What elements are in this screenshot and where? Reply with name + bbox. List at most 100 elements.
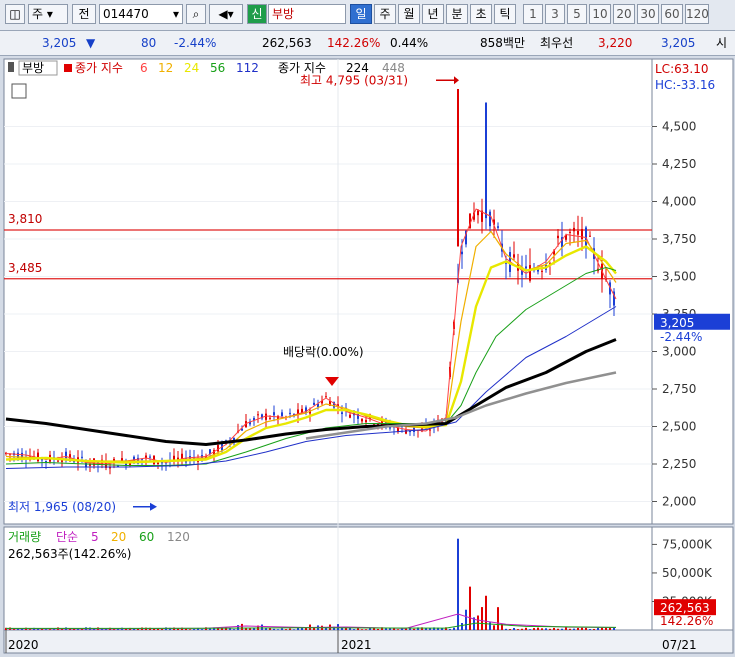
volume-bar	[277, 629, 279, 630]
best-bid-label: 최우선	[540, 36, 574, 50]
volume-bar	[505, 628, 507, 630]
price-tick-label: 4,000	[662, 195, 696, 209]
hline-label-1: 3,485	[8, 261, 42, 275]
volume-bar	[49, 629, 51, 630]
volume-summary: 262,563주(142.26%)	[8, 547, 131, 561]
volume-bar	[13, 629, 15, 630]
volume-current-pct: 142.26%	[660, 614, 713, 628]
quote-bar: 3,205 ▼ 80 -2.44% 262,563 142.26% 0.44% …	[0, 31, 735, 56]
volume-bar	[209, 628, 211, 630]
volume-legend-label: 거래량	[8, 530, 41, 544]
volume-bar	[589, 629, 591, 630]
candle-body	[269, 417, 271, 419]
volume-bar	[601, 627, 603, 630]
volume-bar	[361, 629, 363, 630]
volume-bar	[297, 627, 299, 630]
price-tick-label: 4,500	[662, 120, 696, 134]
period-tab-0[interactable]: 일	[350, 4, 372, 24]
volume-bar	[605, 627, 607, 630]
legend-square-icon	[64, 64, 72, 72]
period-tab-2[interactable]: 월	[398, 4, 420, 24]
volume-bar	[581, 627, 583, 630]
candle-body	[45, 461, 47, 463]
interval-tab-20[interactable]: 20	[613, 4, 635, 24]
volume-bar	[53, 629, 55, 630]
stock-code-input[interactable]: 014470 ▾	[99, 4, 183, 24]
volume-bar	[469, 586, 471, 630]
speaker-icon[interactable]: ◀▾	[209, 4, 243, 24]
price-panel	[3, 58, 653, 525]
candle-body	[341, 412, 343, 415]
dividend-label: 배당락(0.00%)	[283, 345, 364, 359]
volume-bar	[29, 629, 31, 630]
volume-legend-ma-120: 120	[167, 530, 190, 544]
volume-bar	[457, 538, 459, 630]
volume-bar	[573, 628, 575, 630]
chevron-down-icon[interactable]: ▾	[173, 5, 179, 23]
price-tick-label: 2,250	[662, 457, 696, 471]
candle-body	[461, 251, 463, 255]
interval-tab-1[interactable]: 1	[523, 4, 543, 24]
interval-tab-5[interactable]: 5	[567, 4, 587, 24]
volume-bar	[373, 628, 375, 630]
candle-body	[365, 420, 367, 423]
stock-name-field: 부방	[268, 4, 346, 24]
interval-tab-120[interactable]: 120	[685, 4, 709, 24]
candle-body	[157, 462, 159, 464]
candle-body	[477, 210, 479, 216]
volume-bar	[557, 628, 559, 630]
interval-tab-30[interactable]: 30	[637, 4, 659, 24]
price-tick-label: 2,000	[662, 495, 696, 509]
period-tab-3[interactable]: 년	[422, 4, 444, 24]
volume-bar	[593, 628, 595, 630]
interval-tab-60[interactable]: 60	[661, 4, 683, 24]
candle-body	[81, 456, 83, 458]
period-tab-6[interactable]: 틱	[494, 4, 516, 24]
volume-bar	[281, 628, 283, 630]
volume-bar	[561, 628, 563, 630]
volume-bar	[597, 627, 599, 630]
period-tab-5[interactable]: 초	[470, 4, 492, 24]
candle-body	[161, 462, 163, 464]
price-tick-label: 2,500	[662, 420, 696, 434]
period-tab-1[interactable]: 주	[374, 4, 396, 24]
market-select[interactable]: 주 ▾	[28, 4, 68, 24]
search-icon[interactable]: ⌕	[186, 4, 206, 24]
candle-body	[497, 226, 499, 228]
volume-bar	[273, 628, 275, 630]
volume-bar	[565, 627, 567, 630]
volume-bar	[365, 629, 367, 630]
toolbar: ◫ 주 ▾ 전 014470 ▾ ⌕ ◀▾ 신 부방 일주월년분초틱 1 3 5 10 2…	[0, 0, 735, 31]
period-tab-4[interactable]: 분	[446, 4, 468, 24]
volume-bar	[541, 628, 543, 630]
turnover-rate: 0.44%	[390, 36, 429, 50]
volume-bar	[461, 623, 463, 630]
chart-area: 4,5004,2504,0003,7503,5003,2503,0002,750…	[0, 57, 735, 654]
best-bid-price: 3,220	[598, 36, 633, 50]
candle-body	[557, 235, 559, 239]
candle-body	[57, 460, 59, 462]
candle-body	[577, 231, 579, 235]
legend-ma-56: 56	[210, 61, 225, 75]
legend-ma-24: 24	[184, 61, 199, 75]
volume-bar	[493, 625, 495, 630]
type-button[interactable]: 전	[72, 4, 96, 24]
volume-tick-label: 75,000K	[662, 537, 713, 551]
interval-tab-10[interactable]: 10	[589, 4, 611, 24]
price-change: 80	[141, 36, 157, 50]
hc-label: HC:-33.16	[655, 78, 715, 92]
volume-bar	[569, 628, 571, 630]
candle-body	[325, 396, 327, 398]
volume-bar	[189, 629, 191, 630]
legend-label-1: 종가 지수	[75, 61, 123, 75]
volume-bar	[497, 607, 499, 630]
volume-bar	[385, 628, 387, 630]
interval-tab-3[interactable]: 3	[545, 4, 565, 24]
price-tick-label: 3,000	[662, 345, 696, 359]
grid-toggle-icon	[11, 83, 27, 99]
volume-bar	[353, 629, 355, 630]
volume-bar	[413, 628, 415, 630]
chart-type-icon[interactable]: ◫	[5, 4, 25, 24]
candle-body	[361, 418, 363, 422]
stock-code-value: 014470	[103, 7, 149, 21]
